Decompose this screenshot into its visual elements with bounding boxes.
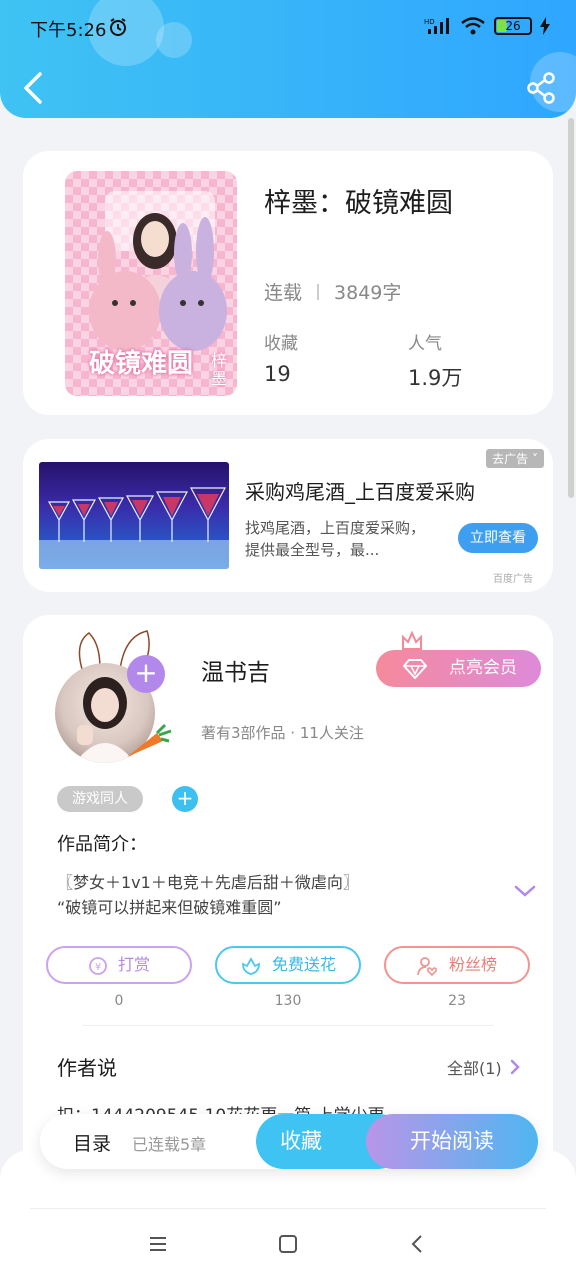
svg-text:¥: ¥ <box>95 962 101 973</box>
ad-image[interactable] <box>39 462 229 569</box>
reward-button[interactable]: ¥ 打赏 <box>46 946 192 984</box>
all-link-label: 全部(1) <box>447 1059 502 1078</box>
divider <box>83 1025 493 1026</box>
bottom-action-bar: 目录 已连载5章 收藏 开始阅读 <box>40 1114 538 1169</box>
chapter-count: 已连载5章 <box>132 1135 207 1154</box>
divider <box>317 283 320 300</box>
popularity-value: 1.9万 <box>408 366 463 390</box>
word-count: 3849字 <box>334 282 402 304</box>
reward-label: 打赏 <box>117 955 150 974</box>
ad-card[interactable]: 去广告 ˅ 采购鸡尾酒_上百度爱采购 找鸡尾酒，上百度爱采购，提供最全型号，最.… <box>23 439 553 592</box>
author-name[interactable]: 温书吉 <box>201 653 270 687</box>
signal-icon: HD <box>424 18 449 34</box>
wifi-icon <box>461 17 485 35</box>
book-cover[interactable]: 破镜难圆 梓墨 <box>65 171 237 396</box>
flower-count: 130 <box>274 993 302 1009</box>
home-icon[interactable] <box>276 1232 300 1256</box>
flower-icon <box>242 956 260 975</box>
ad-source: 百度广告 <box>493 574 533 585</box>
ad-description: 找鸡尾酒，上百度爱采购，提供最全型号，最... <box>245 519 426 559</box>
chevron-down-icon[interactable] <box>513 883 537 899</box>
toc-button[interactable]: 目录 <box>73 1129 111 1156</box>
serial-status: 连载 <box>264 282 303 304</box>
favorites-value: 19 <box>264 362 291 386</box>
status-bar: 下午5:26 HD 26 <box>0 0 576 56</box>
menu-icon[interactable] <box>146 1232 170 1256</box>
share-icon[interactable] <box>526 72 556 104</box>
fan-count: 23 <box>448 993 466 1009</box>
divider <box>30 1208 546 1209</box>
back-nav-icon[interactable] <box>406 1232 430 1256</box>
add-tag-button[interactable]: + <box>172 786 198 812</box>
favorites-label: 收藏 <box>264 334 298 354</box>
coin-icon: ¥ <box>89 956 107 975</box>
author-says-title: 作者说 <box>57 1056 117 1080</box>
popularity-label: 人气 <box>408 334 442 354</box>
ad-cta-button[interactable]: 立即查看 <box>458 523 538 553</box>
carrot-icon <box>127 723 172 757</box>
book-status-row: 连载 3849字 <box>264 278 401 305</box>
cover-title: 破镜难圆 <box>89 349 194 379</box>
start-reading-button[interactable]: 开始阅读 <box>366 1114 538 1169</box>
system-icons: HD 26 <box>424 16 550 36</box>
diamond-icon <box>402 659 428 679</box>
intro-text: 〖梦女＋1v1＋电竞＋先虐后甜＋微虐向〗 “破镜可以拼起来但破镜难重圆” <box>57 870 497 920</box>
follow-author-button[interactable]: + <box>127 655 165 693</box>
alarm-icon <box>110 18 126 36</box>
vip-button-label: 点亮会员 <box>449 658 517 678</box>
author-meta: 著有3部作品 · 11人关注 <box>201 724 364 742</box>
remove-ad-button[interactable]: 去广告 ˅ <box>486 449 544 468</box>
send-flower-button[interactable]: 免费送花 <box>215 946 361 984</box>
intro-title: 作品简介： <box>57 834 147 855</box>
send-flower-label: 免费送花 <box>271 955 336 974</box>
cocktail-glasses-image <box>39 487 229 569</box>
genre-tag[interactable]: 游戏同人 <box>57 786 143 812</box>
fan-rank-button[interactable]: 粉丝榜 <box>384 946 530 984</box>
status-time: 下午5:26 <box>30 20 107 41</box>
ad-title[interactable]: 采购鸡尾酒_上百度爱采购 <box>245 476 475 505</box>
reward-count: 0 <box>114 993 124 1009</box>
battery-icon: 26 <box>494 17 532 35</box>
scrollbar[interactable] <box>568 118 574 498</box>
fan-rank-label: 粉丝榜 <box>448 955 497 974</box>
user-heart-icon <box>417 956 438 976</box>
back-button[interactable] <box>18 70 48 106</box>
chevron-down-icon: ˅ <box>532 452 538 466</box>
book-info-card: 破镜难圆 梓墨 梓墨：破镜难圆 连载 3849字 收藏 19 人气 1.9万 <box>23 151 553 415</box>
charging-icon <box>540 17 550 35</box>
intro-line: “破镜可以拼起来但破镜难重圆” <box>57 898 282 917</box>
book-title: 梓墨：破镜难圆 <box>264 188 453 219</box>
bottom-panel <box>0 1150 576 1280</box>
vip-button[interactable]: 点亮会员 <box>376 650 541 687</box>
header: 下午5:26 HD 26 <box>0 0 576 118</box>
svg-text:HD: HD <box>424 18 435 26</box>
chevron-right-icon <box>510 1059 520 1075</box>
intro-line: 〖梦女＋1v1＋电竞＋先虐后甜＋微虐向〗 <box>57 873 359 892</box>
all-comments-link[interactable]: 全部(1) <box>447 1055 520 1079</box>
remove-ad-label: 去广告 <box>492 452 529 466</box>
crown-icon <box>402 631 422 650</box>
cover-author: 梓墨 <box>210 351 227 388</box>
